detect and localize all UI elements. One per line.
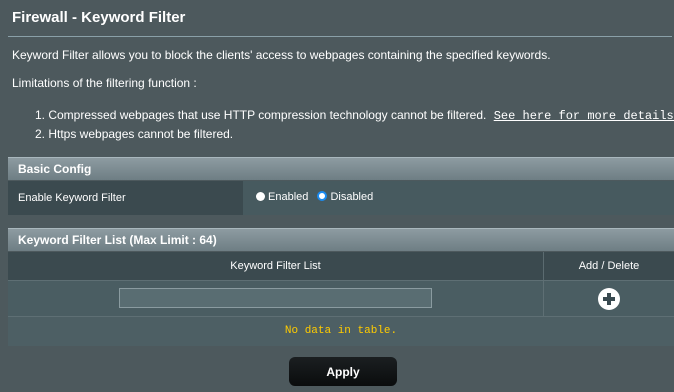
plus-circle-icon[interactable] [598, 288, 620, 310]
disabled-radio[interactable] [317, 191, 328, 202]
disabled-radio-label[interactable]: Disabled [330, 191, 373, 203]
column-header-keyword-list: Keyword Filter List [8, 252, 544, 280]
apply-button[interactable]: Apply [289, 357, 397, 386]
page-title: Firewall - Keyword Filter [12, 9, 186, 26]
basic-config-row: Enable Keyword Filter Enabled Disabled [8, 181, 674, 215]
details-link[interactable]: See here for more details. [494, 109, 674, 123]
limitation-item-2: 2. Https webpages cannot be filtered. [35, 127, 233, 141]
enabled-radio-label[interactable]: Enabled [268, 191, 308, 203]
table-input-row [8, 280, 674, 317]
limitation-text: 2. Https webpages cannot be filtered. [35, 127, 234, 141]
keyword-list-header: Keyword Filter List (Max Limit : 64) [8, 228, 674, 251]
title-divider [8, 36, 672, 37]
basic-config-header: Basic Config [8, 157, 674, 180]
limitation-item-1: 1. Compressed webpages that use HTTP com… [35, 108, 674, 123]
description-text: Keyword Filter allows you to block the c… [12, 48, 551, 62]
keyword-input[interactable] [119, 288, 432, 308]
enabled-radio[interactable] [256, 191, 265, 201]
enable-filter-label: Enable Keyword Filter [8, 181, 243, 215]
column-header-add-delete: Add / Delete [578, 260, 640, 272]
column-divider [543, 281, 544, 317]
limitation-text: 1. Compressed webpages that use HTTP com… [35, 108, 487, 122]
enable-filter-options: Enabled Disabled [256, 191, 379, 203]
table-header-row: Keyword Filter List Add / Delete [8, 252, 674, 280]
limitations-title: Limitations of the filtering function : [12, 76, 197, 90]
empty-table-message: No data in table. [8, 316, 674, 346]
